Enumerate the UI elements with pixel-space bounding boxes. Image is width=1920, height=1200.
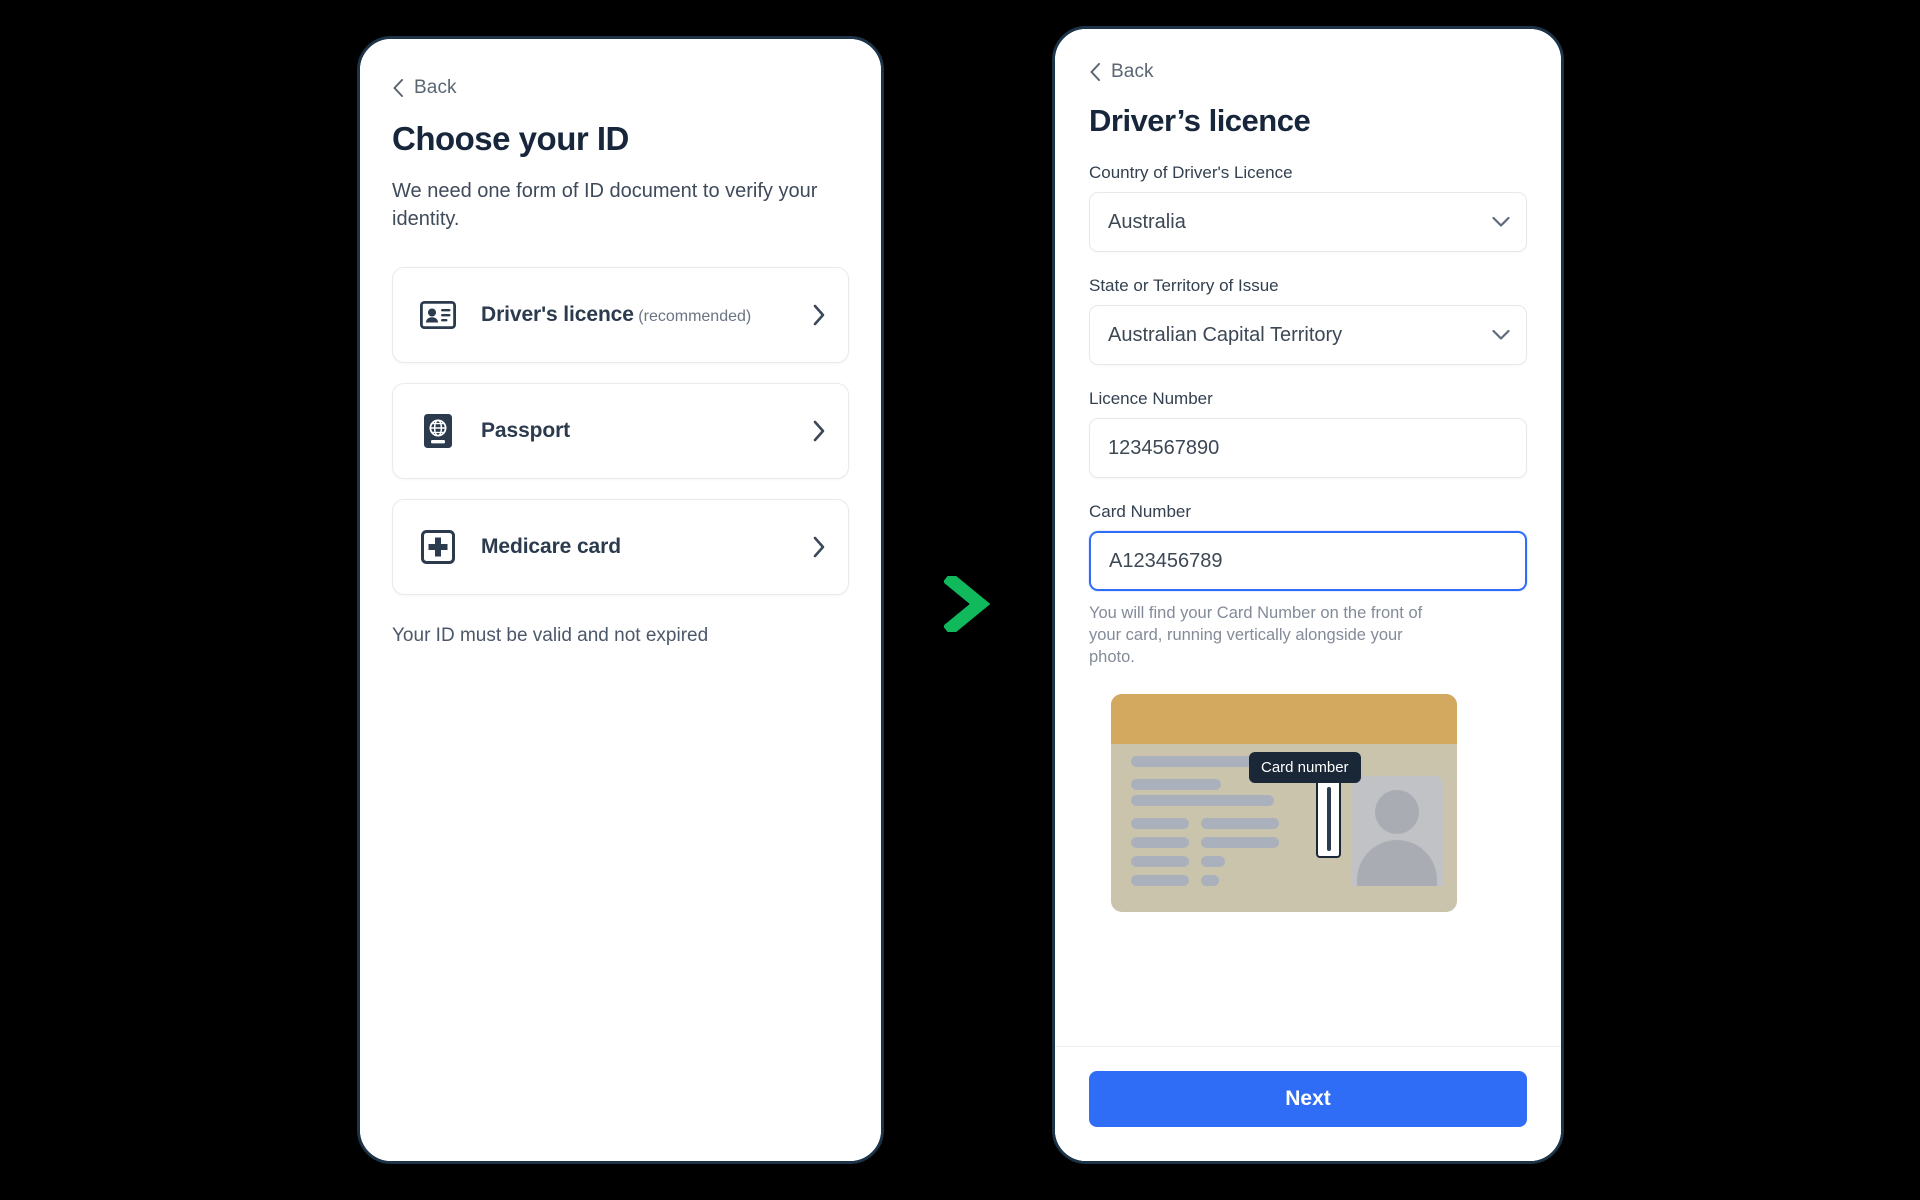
card-number-hint: You will find your Card Number on the fr…	[1089, 604, 1423, 667]
licence-number-input[interactable]: 1234567890	[1089, 418, 1527, 478]
card-text-bar	[1131, 875, 1189, 887]
field-label-card-number: Card Number	[1089, 502, 1192, 521]
card-text-bar	[1131, 795, 1274, 807]
id-option-text: Medicare card	[481, 535, 812, 559]
chevron-right-icon	[812, 304, 826, 326]
state-select[interactable]: Australian Capital Territory	[1089, 305, 1527, 365]
field-label-state: State or Territory of Issue	[1089, 276, 1279, 295]
state-select-value: Australian Capital Territory	[1108, 323, 1343, 346]
choose-id-body: Back Choose your ID We need one form of …	[360, 39, 881, 647]
field-country: Country of Driver's Licence Australia	[1089, 163, 1527, 252]
id-option-passport[interactable]: Passport	[392, 383, 849, 480]
card-text-bar	[1201, 837, 1279, 849]
field-label-licence-number: Licence Number	[1089, 389, 1213, 408]
back-label: Back	[414, 77, 457, 98]
id-option-label: Passport	[481, 419, 571, 443]
id-validity-note: Your ID must be valid and not expired	[392, 625, 709, 647]
field-state: State or Territory of Issue Australian C…	[1089, 276, 1527, 365]
card-text-bar	[1131, 818, 1189, 830]
licence-card-illustration: Card number	[1111, 694, 1457, 913]
id-option-label: Medicare card	[481, 535, 621, 559]
page-subtitle: We need one form of ID document to verif…	[392, 180, 818, 230]
id-option-text: Passport	[481, 419, 812, 443]
card-text-bar	[1201, 856, 1225, 868]
chevron-down-icon	[1492, 216, 1510, 227]
field-label-country: Country of Driver's Licence	[1089, 163, 1293, 182]
back-button-right[interactable]: Back	[1089, 61, 1527, 83]
chevron-right-icon	[812, 420, 826, 442]
medical-cross-icon	[417, 530, 459, 565]
drivers-licence-form: Back Driver’s licence Country of Driver'…	[1055, 29, 1561, 1046]
id-card-icon	[417, 301, 459, 330]
id-option-note: (recommended)	[638, 308, 752, 326]
screen-footer: Next	[1055, 1046, 1561, 1161]
card-number-input[interactable]: A123456789	[1089, 531, 1527, 591]
country-select[interactable]: Australia	[1089, 192, 1527, 252]
chevron-down-icon	[1492, 329, 1510, 340]
page-title: Driver’s licence	[1089, 103, 1311, 138]
back-button-left[interactable]: Back	[392, 77, 849, 99]
back-label: Back	[1111, 61, 1154, 82]
person-body-shape	[1357, 840, 1437, 887]
id-option-label: Driver's licence	[481, 303, 634, 327]
choose-id-screen: Back Choose your ID We need one form of …	[360, 39, 881, 1161]
card-number-tooltip: Card number	[1249, 752, 1361, 784]
chevron-right-icon	[942, 571, 991, 637]
chevron-left-icon	[393, 79, 403, 97]
drivers-licence-screen: Back Driver’s licence Country of Driver'…	[1055, 29, 1561, 1161]
flow-arrow	[942, 571, 991, 637]
card-text-bar	[1201, 818, 1279, 830]
phone-frame-left: Back Choose your ID We need one form of …	[357, 36, 884, 1164]
next-button[interactable]: Next	[1089, 1071, 1527, 1127]
card-photo-placeholder	[1351, 776, 1443, 887]
chevron-right-icon	[812, 536, 826, 558]
field-licence-number: Licence Number 1234567890	[1089, 389, 1527, 478]
card-text-bar	[1131, 856, 1189, 868]
id-option-text: Driver's licence (recommended)	[481, 303, 812, 327]
id-options-list: Driver's licence (recommended) Passport …	[392, 267, 849, 596]
card-number-strip-highlight	[1316, 778, 1341, 859]
id-option-medicare-card[interactable]: Medicare card	[392, 499, 849, 596]
passport-icon	[417, 413, 459, 449]
licence-number-value: 1234567890	[1108, 436, 1220, 459]
id-option-drivers-licence[interactable]: Driver's licence (recommended)	[392, 267, 849, 364]
page-title: Choose your ID	[392, 120, 629, 157]
person-head-shape	[1375, 790, 1419, 835]
card-text-bar	[1131, 756, 1257, 768]
card-text-bar	[1131, 837, 1189, 849]
card-text-bar	[1201, 875, 1219, 887]
card-number-value: A123456789	[1109, 549, 1223, 572]
phone-frame-right: Back Driver’s licence Country of Driver'…	[1052, 26, 1564, 1164]
screenshot-canvas: Back Choose your ID We need one form of …	[0, 0, 1920, 1200]
country-select-value: Australia	[1108, 210, 1186, 233]
field-card-number: Card Number A123456789 You will find you…	[1089, 502, 1527, 668]
chevron-left-icon	[1090, 63, 1100, 81]
card-text-bar	[1131, 779, 1221, 791]
card-top-band	[1111, 694, 1457, 745]
